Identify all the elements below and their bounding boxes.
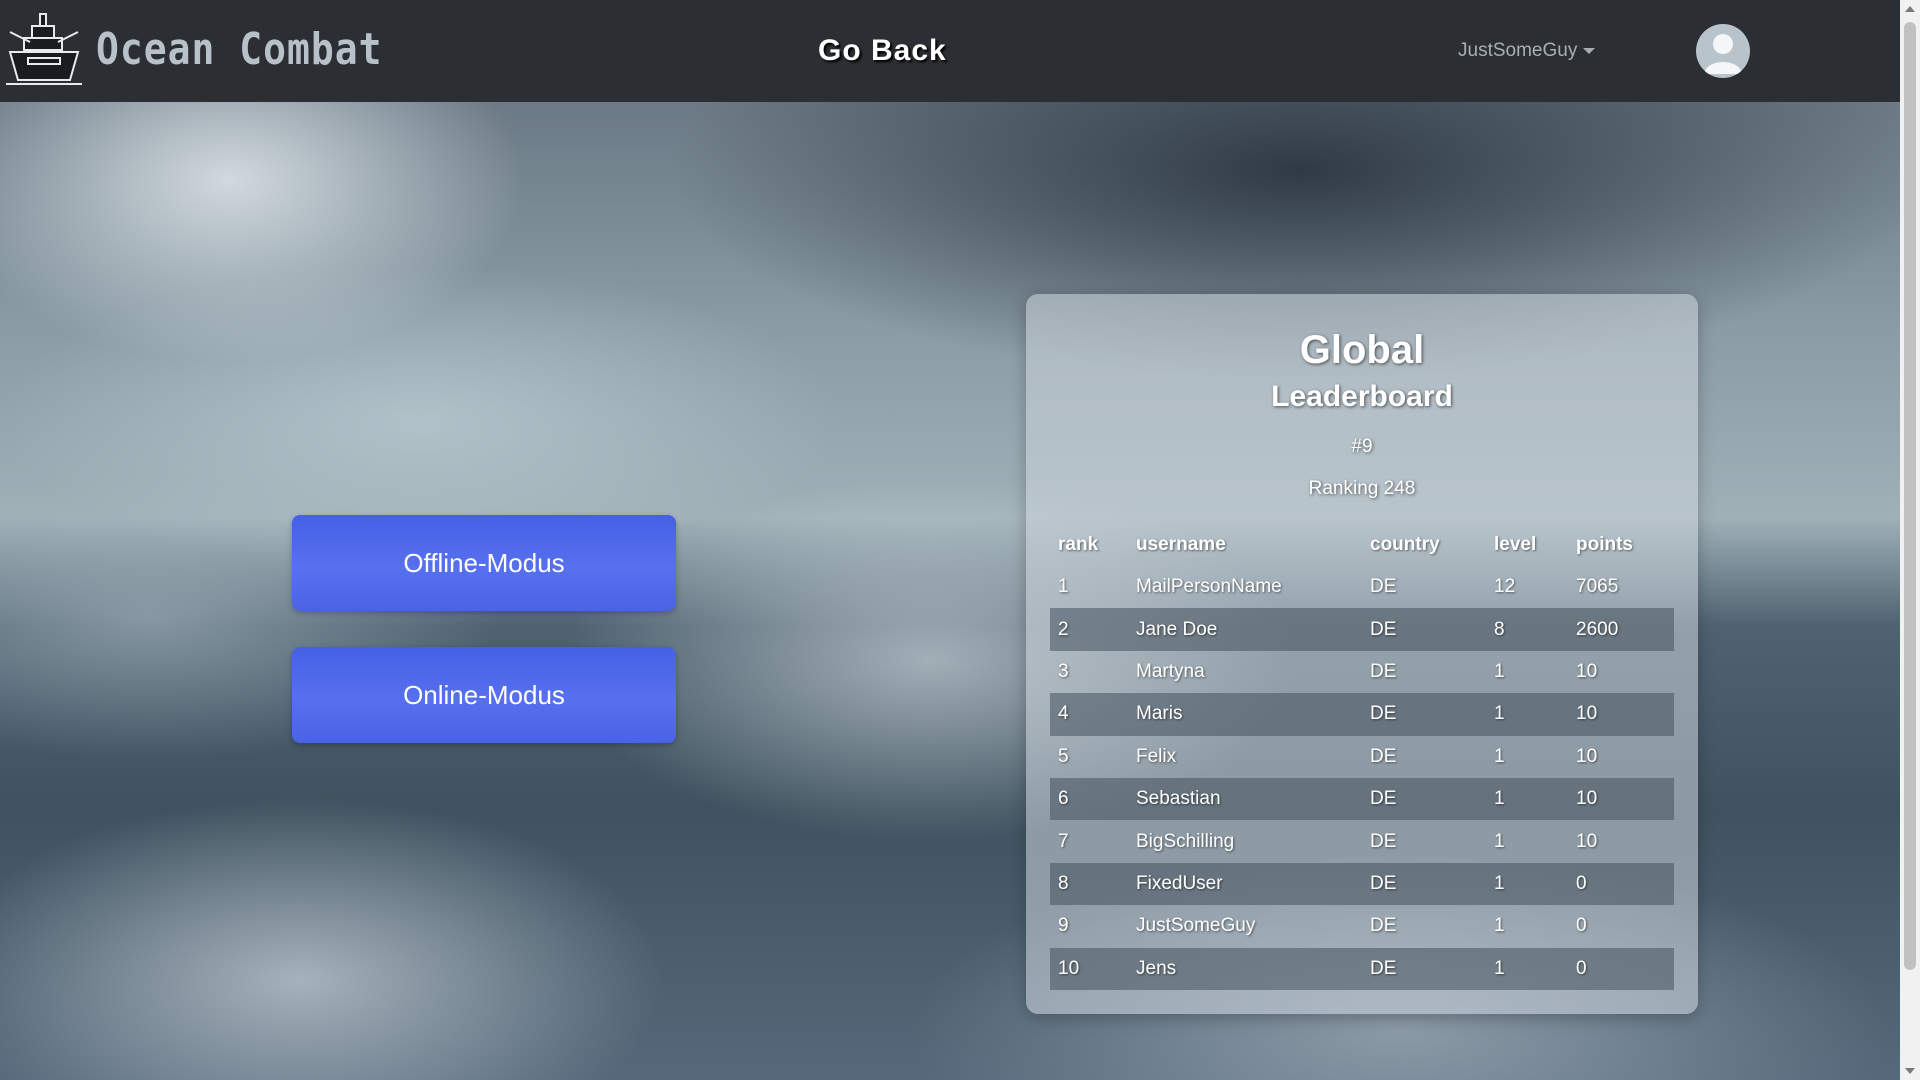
- cell-country: DE: [1370, 618, 1397, 640]
- table-header-row: rank username country level points: [1050, 524, 1674, 566]
- cell-country: DE: [1370, 788, 1397, 810]
- username-label: JustSomeGuy: [1458, 40, 1578, 61]
- cell-level: 1: [1494, 703, 1505, 725]
- offline-mode-button[interactable]: Offline-Modus: [292, 515, 676, 611]
- cell-country: DE: [1370, 703, 1397, 725]
- cell-country: DE: [1370, 872, 1397, 894]
- leaderboard-panel: Global Leaderboard #9 Ranking 248 rank u…: [1026, 294, 1698, 1014]
- cell-username: Martyna: [1136, 660, 1205, 682]
- cell-username: Felix: [1136, 745, 1177, 767]
- cell-points: 10: [1576, 788, 1598, 810]
- cell-rank: 3: [1058, 660, 1069, 682]
- cell-level: 1: [1494, 788, 1505, 810]
- cell-username: Jens: [1136, 957, 1177, 979]
- column-header-country: country: [1370, 534, 1440, 555]
- scroll-down-icon[interactable]: [1905, 1068, 1915, 1074]
- table-row: 2 Jane Doe DE 8 2600: [1050, 608, 1674, 651]
- cell-country: DE: [1370, 660, 1397, 682]
- own-rank: #9: [1351, 436, 1373, 457]
- cell-level: 1: [1494, 872, 1505, 894]
- cell-points: 10: [1576, 830, 1598, 852]
- table-row: 3 Martyna DE 1 10: [1050, 651, 1674, 693]
- user-avatar-icon[interactable]: [1696, 24, 1750, 78]
- column-header-username: username: [1136, 534, 1226, 555]
- cell-level: 12: [1494, 576, 1516, 598]
- cell-country: DE: [1370, 745, 1397, 767]
- cell-rank: 7: [1058, 830, 1069, 852]
- table-row: 5 Felix DE 1 10: [1050, 736, 1674, 778]
- cell-country: DE: [1370, 576, 1397, 598]
- cell-rank: 4: [1058, 703, 1069, 725]
- cell-level: 1: [1494, 915, 1505, 937]
- cell-username: BigSchilling: [1136, 830, 1235, 852]
- cell-points: 10: [1576, 745, 1598, 767]
- cell-username: Jane Doe: [1136, 618, 1218, 640]
- column-header-rank: rank: [1058, 534, 1099, 555]
- scroll-thumb[interactable]: [1904, 22, 1916, 970]
- table-row: 1 MailPersonName DE 12 7065: [1050, 566, 1674, 608]
- caret-down-icon: [1583, 48, 1596, 54]
- cell-points: 0: [1576, 957, 1587, 979]
- cell-points: 2600: [1576, 618, 1619, 640]
- cell-points: 10: [1576, 703, 1598, 725]
- column-header-points: points: [1576, 534, 1633, 555]
- table-row: 4 Maris DE 1 10: [1050, 693, 1674, 736]
- table-row: 6 Sebastian DE 1 10: [1050, 777, 1674, 821]
- cell-rank: 8: [1058, 872, 1069, 894]
- user-dropdown[interactable]: JustSomeGuy: [1458, 40, 1596, 62]
- cell-level: 1: [1494, 660, 1505, 682]
- brand-name: Ocean Combat: [96, 23, 383, 75]
- table-row: 7 BigSchilling DE 1 10: [1050, 820, 1674, 862]
- leaderboard-table: rank username country level points 1 Mail…: [1050, 524, 1674, 990]
- column-header-level: level: [1494, 534, 1537, 555]
- leaderboard-subtitle: Leaderboard: [1271, 380, 1453, 413]
- cell-username: MailPersonName: [1136, 576, 1282, 598]
- cell-level: 1: [1494, 745, 1505, 767]
- cell-points: 7065: [1576, 576, 1619, 598]
- scroll-up-icon[interactable]: [1905, 6, 1915, 12]
- cell-level: 1: [1494, 957, 1505, 979]
- online-mode-button[interactable]: Online-Modus: [292, 647, 676, 743]
- cell-username: FixedUser: [1136, 872, 1223, 894]
- scrollbar[interactable]: [1900, 0, 1920, 1080]
- cell-rank: 2: [1058, 618, 1069, 640]
- battleship-icon: [6, 13, 82, 85]
- cell-rank: 5: [1058, 745, 1069, 767]
- cell-username: JustSomeGuy: [1136, 915, 1256, 937]
- table-row: 10 Jens DE 1 0: [1050, 947, 1674, 990]
- cell-level: 8: [1494, 618, 1505, 640]
- cell-country: DE: [1370, 915, 1397, 937]
- table-row: 8 FixedUser DE 1 0: [1050, 862, 1674, 906]
- cell-points: 0: [1576, 872, 1587, 894]
- navbar: Ocean Combat Go Back JustSomeGuy: [0, 0, 1900, 102]
- cell-country: DE: [1370, 830, 1397, 852]
- cell-country: DE: [1370, 957, 1397, 979]
- ranking-total: Ranking 248: [1308, 478, 1416, 499]
- cell-points: 10: [1576, 660, 1598, 682]
- cell-username: Maris: [1136, 703, 1183, 725]
- cell-rank: 6: [1058, 788, 1069, 810]
- brand[interactable]: Ocean Combat: [4, 10, 383, 88]
- cell-points: 0: [1576, 915, 1587, 937]
- leaderboard-title: Global: [1299, 328, 1425, 372]
- cell-level: 1: [1494, 830, 1505, 852]
- cell-username: Sebastian: [1136, 788, 1221, 810]
- table-row: 9 JustSomeGuy DE 1 0: [1050, 905, 1674, 947]
- cell-rank: 9: [1058, 915, 1069, 937]
- cell-rank: 1: [1058, 576, 1069, 598]
- go-back-link[interactable]: Go Back: [818, 34, 947, 68]
- cell-rank: 10: [1058, 957, 1080, 979]
